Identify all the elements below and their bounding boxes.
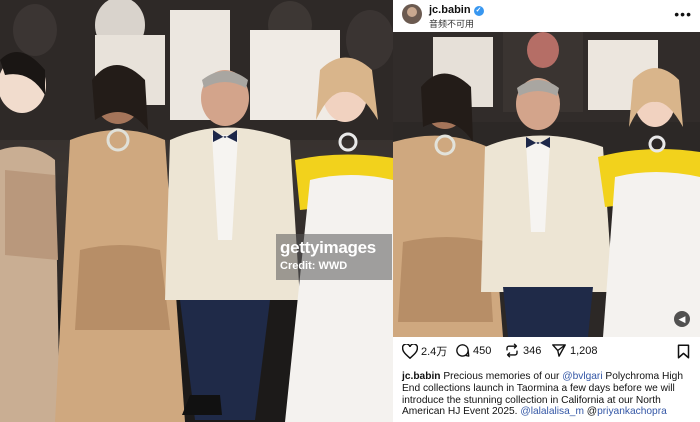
audio-status: 音频不可用 bbox=[429, 19, 475, 29]
comment-icon[interactable] bbox=[455, 343, 470, 358]
event-photo: gettyimages Credit: WWD bbox=[0, 0, 393, 422]
watermark-credit: Credit: WWD bbox=[280, 260, 348, 272]
share-action[interactable]: 1,208 bbox=[551, 343, 598, 358]
post-actions: 2.4万 450 346 1,208 bbox=[393, 343, 700, 363]
mention-bvlgari[interactable]: @bvlgari bbox=[562, 371, 602, 382]
social-post: jc.babin ✓ 音频不可用 ••• ◀ 2.4万 450 346 1,20… bbox=[393, 0, 700, 422]
caption-author[interactable]: jc.babin bbox=[402, 371, 441, 382]
bookmark-icon[interactable] bbox=[677, 344, 690, 359]
heart-icon[interactable] bbox=[402, 343, 418, 359]
mention-lalalalisa[interactable]: @lalalalisa_m bbox=[520, 406, 584, 417]
mention-priyankachopra[interactable]: priyankachopra bbox=[597, 406, 667, 417]
verified-badge-icon: ✓ bbox=[473, 6, 484, 16]
send-icon[interactable] bbox=[551, 343, 567, 358]
more-horizontal-icon[interactable]: ••• bbox=[674, 6, 692, 22]
username-text[interactable]: jc.babin bbox=[429, 4, 471, 16]
comment-count: 450 bbox=[473, 344, 492, 357]
share-count: 1,208 bbox=[570, 344, 598, 357]
post-header: jc.babin ✓ 音频不可用 ••• bbox=[393, 0, 700, 32]
getty-watermark: gettyimages Credit: WWD bbox=[276, 234, 392, 280]
avatar[interactable] bbox=[402, 4, 422, 24]
repost-icon[interactable] bbox=[504, 343, 520, 358]
caption-text-3: @ bbox=[583, 406, 598, 418]
muted-speaker-icon[interactable]: ◀ bbox=[674, 311, 690, 327]
repost-action[interactable]: 346 bbox=[504, 343, 541, 358]
post-username[interactable]: jc.babin ✓ bbox=[429, 4, 484, 16]
event-photo-illustration bbox=[0, 0, 393, 422]
post-caption: jc.babin Precious memories of our @bvlga… bbox=[402, 371, 694, 418]
post-image-illustration bbox=[393, 32, 700, 337]
post-image[interactable]: ◀ bbox=[393, 32, 700, 337]
like-action[interactable]: 2.4万 bbox=[402, 343, 447, 359]
like-count: 2.4万 bbox=[421, 346, 448, 358]
comment-action[interactable]: 450 bbox=[455, 343, 491, 358]
repost-count: 346 bbox=[523, 344, 542, 357]
watermark-brand: gettyimages bbox=[280, 238, 376, 257]
caption-text-1: Precious memories of our bbox=[440, 371, 563, 382]
